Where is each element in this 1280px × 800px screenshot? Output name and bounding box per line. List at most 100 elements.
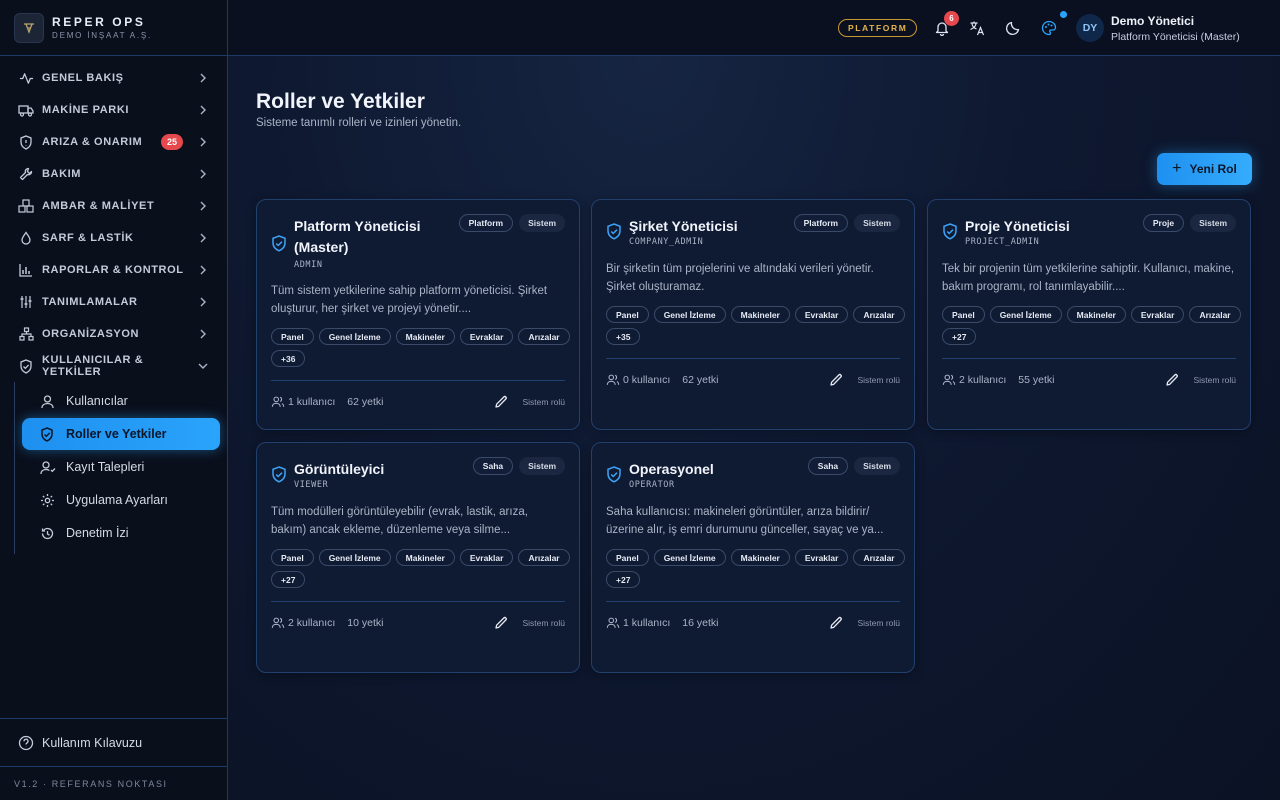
chevron-right-icon [200, 105, 206, 115]
role-permission-count: 62 yetki [682, 374, 719, 386]
role-footer: 2 kullanıcı 10 yetki Sistem rolü [271, 615, 565, 631]
users-icon [606, 616, 620, 630]
sidebar-subitem-kullanicilar[interactable]: Kullanıcılar [22, 385, 220, 417]
permission-chip: Evraklar [1130, 306, 1185, 323]
shield-alert-icon [18, 134, 34, 150]
network-icon [18, 326, 34, 342]
permission-chip: Evraklar [459, 328, 514, 345]
main-content: Roller ve Yetkiler Sisteme tanımlı rolle… [228, 56, 1280, 800]
moon-icon[interactable] [1005, 20, 1021, 36]
system-role-label: Sistem rolü [857, 375, 900, 385]
permission-list: Panel Genel İzleme Makineler Evraklar Arızal… [606, 549, 906, 588]
sidebar-item-organizasyon[interactable]: ORGANİZASYON [0, 318, 227, 350]
sidebar-item-label: ARIZA & ONARIM [42, 136, 143, 148]
sidebar-item-tanimlamalar[interactable]: TANIMLAMALAR [0, 286, 227, 318]
help-guide-link[interactable]: Kullanım Kılavuzu [0, 718, 227, 766]
permission-chip: Genel İzleme [653, 549, 726, 566]
role-scope-tag: Proje [1142, 214, 1185, 232]
role-card[interactable]: Operasyonel OPERATOR Saha Sistem Saha ku… [591, 442, 915, 673]
role-card[interactable]: Şirket Yöneticisi COMPANY_ADMIN Platform… [591, 199, 915, 430]
edit-pencil-icon[interactable] [494, 395, 508, 409]
sidebar-item-raporlar-kontrol[interactable]: RAPORLAR & KONTROL [0, 254, 227, 286]
permission-chip: Makineler [395, 328, 455, 345]
sidebar-item-sarf-lastik[interactable]: SARF & LASTİK [0, 222, 227, 254]
users-icon [606, 373, 620, 387]
more-permissions-chip[interactable]: +27 [942, 328, 977, 345]
role-tags: Saha Sistem [807, 457, 900, 475]
users-icon [942, 373, 956, 387]
role-code: ADMIN [294, 260, 323, 270]
role-card[interactable]: Görüntüleyici VIEWER Saha Sistem Tüm mod… [256, 442, 580, 673]
theme-indicator-dot [1060, 11, 1067, 18]
droplet-icon [18, 230, 34, 246]
brand-logo-icon [14, 12, 44, 43]
chevron-down-icon [198, 363, 208, 369]
role-title: Proje Yöneticisi [965, 218, 1070, 234]
system-role-label: Sistem rolü [522, 618, 565, 628]
edit-pencil-icon[interactable] [829, 616, 843, 630]
role-card[interactable]: Platform Yöneticisi (Master) ADMIN Platf… [256, 199, 580, 430]
role-description: Bir şirketin tüm projelerini ve altındak… [606, 263, 874, 293]
card-divider [271, 380, 565, 381]
permission-chip: Arızalar [518, 549, 570, 566]
sidebar-item-kullanicilar-yetkiler[interactable]: KULLANICILAR & YETKİLER [0, 350, 227, 382]
sidebar-item-genel-bakis[interactable]: GENEL BAKIŞ [0, 62, 227, 94]
permission-chip: Makineler [1066, 306, 1126, 323]
more-permissions-chip[interactable]: +36 [271, 350, 306, 367]
chevron-right-icon [200, 137, 206, 147]
role-tags: Platform Sistem [458, 214, 565, 232]
sidebar-subitem-kayit-talepleri[interactable]: Kayıt Talepleri [22, 451, 220, 483]
sidebar-subitem-roller-yetkiler[interactable]: Roller ve Yetkiler [22, 418, 220, 450]
more-permissions-chip[interactable]: +27 [606, 571, 641, 588]
role-card[interactable]: Proje Yöneticisi PROJECT_ADMIN Proje Sis… [927, 199, 1251, 430]
avatar[interactable]: DY [1076, 14, 1104, 42]
platform-badge: PLATFORM [838, 19, 918, 37]
sidebar-item-bakim[interactable]: BAKIM [0, 158, 227, 190]
translate-icon[interactable] [969, 20, 985, 36]
palette-icon[interactable] [1041, 20, 1057, 36]
role-code: PROJECT_ADMIN [965, 237, 1040, 247]
users-permissions-submenu: Kullanıcılar Roller ve Yetkiler Kayıt Ta… [14, 382, 227, 554]
permission-chip: Panel [606, 549, 649, 566]
edit-pencil-icon[interactable] [494, 616, 508, 630]
role-description: Saha kullanıcısı: makineleri görüntüler,… [606, 506, 884, 536]
sidebar-subitem-uygulama-ayarlari[interactable]: Uygulama Ayarları [22, 484, 220, 516]
role-system-tag: Sistem [854, 214, 900, 232]
shield-check-icon [271, 466, 287, 483]
sidebar-subitem-label: Kayıt Talepleri [66, 460, 145, 474]
more-permissions-chip[interactable]: +27 [271, 571, 306, 588]
role-footer: 1 kullanıcı 62 yetki Sistem rolü [271, 394, 565, 410]
user-role: Platform Yöneticisi (Master) [1111, 31, 1240, 43]
role-scope-tag: Saha [807, 457, 849, 475]
shield-icon [40, 426, 56, 442]
role-footer: 1 kullanıcı 16 yetki Sistem rolü [606, 615, 900, 631]
help-circle-icon [18, 735, 34, 750]
sliders-icon [18, 294, 34, 310]
permission-chip: Genel İzleme [318, 328, 391, 345]
role-system-tag: Sistem [854, 457, 900, 475]
sidebar-item-label: RAPORLAR & KONTROL [42, 264, 184, 276]
role-code: OPERATOR [629, 480, 675, 490]
chevron-right-icon [200, 297, 206, 307]
new-role-button[interactable]: + Yeni Rol [1157, 153, 1252, 185]
new-role-label: Yeni Rol [1189, 162, 1237, 176]
more-permissions-chip[interactable]: +35 [606, 328, 641, 345]
edit-pencil-icon[interactable] [1165, 373, 1179, 387]
role-footer: 2 kullanıcı 55 yetki Sistem rolü [942, 372, 1236, 388]
sidebar-item-makine-parki[interactable]: MAKİNE PARKI [0, 94, 227, 126]
history-icon [40, 525, 56, 541]
sidebar-subitem-denetim-izi[interactable]: Denetim İzi [22, 517, 220, 549]
chevron-right-icon [200, 201, 206, 211]
user-name[interactable]: Demo Yönetici [1111, 14, 1194, 28]
chevron-right-icon [200, 169, 206, 179]
sidebar-item-label: MAKİNE PARKI [42, 104, 130, 116]
permission-chip: Panel [942, 306, 985, 323]
permission-chip: Arızalar [853, 549, 905, 566]
permission-chip: Evraklar [794, 306, 849, 323]
edit-pencil-icon[interactable] [829, 373, 843, 387]
role-title: Platform Yöneticisi (Master) [294, 218, 421, 255]
sidebar-item-ariza-onarim[interactable]: ARIZA & ONARIM 25 [0, 126, 227, 158]
role-code: VIEWER [294, 480, 329, 490]
sidebar-item-label: SARF & LASTİK [42, 232, 134, 244]
sidebar-item-ambar-maliyet[interactable]: AMBAR & MALİYET [0, 190, 227, 222]
